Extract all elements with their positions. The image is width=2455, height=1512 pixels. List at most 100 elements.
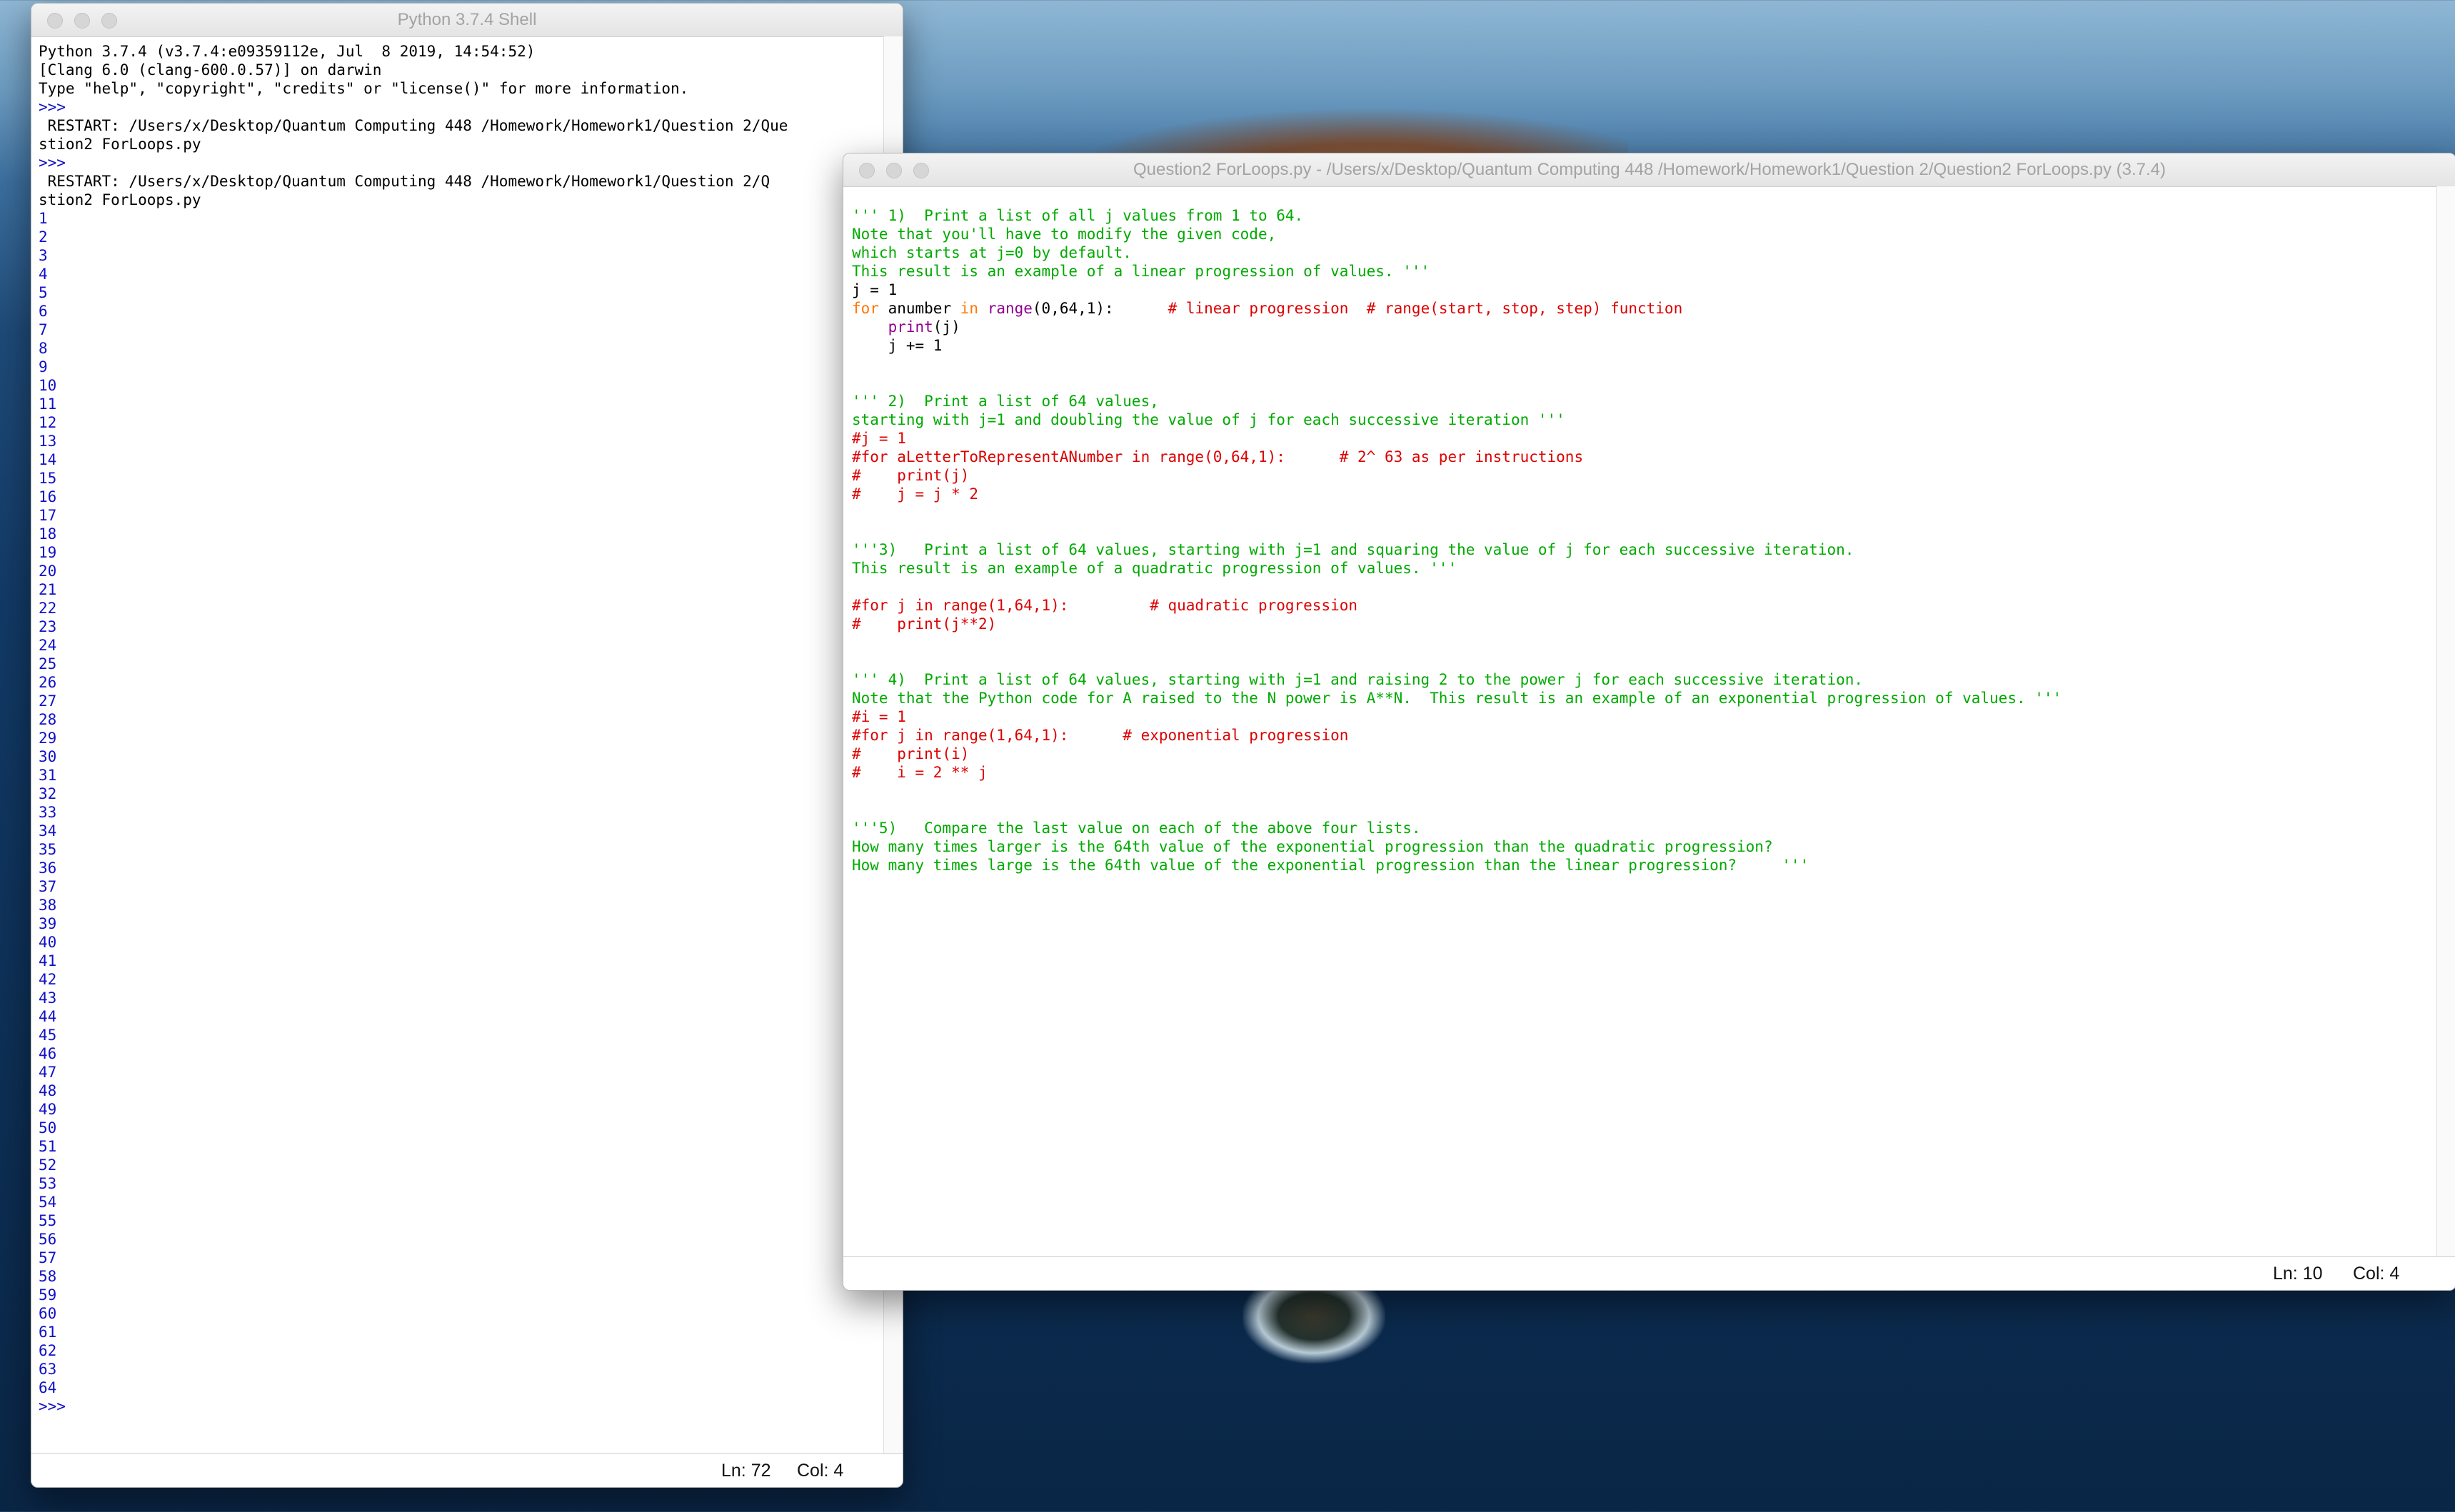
shell-output-line: 51 — [39, 1138, 57, 1155]
code-token: range — [987, 300, 1033, 317]
editor-code-line: starting with j=1 and doubling the value… — [852, 410, 2062, 429]
editor-code-line: ''' 1) Print a list of all j values from… — [852, 206, 2062, 225]
shell-output-line: 16 — [39, 488, 57, 505]
editor-code-line: This result is an example of a linear pr… — [852, 262, 2062, 281]
shell-output-line: 37 — [39, 878, 57, 895]
shell-output-line: 47 — [39, 1064, 57, 1081]
editor-code-line: j = 1 — [852, 281, 2062, 299]
editor-code-line: # print(j) — [852, 466, 2062, 485]
editor-code-line: #j = 1 — [852, 429, 2062, 448]
editor-code-line — [852, 800, 2062, 819]
code-token: This result is an example of a linear pr… — [852, 263, 1430, 280]
shell-titlebar[interactable]: Python 3.7.4 Shell — [31, 4, 903, 37]
shell-output-line: 7 — [39, 321, 48, 338]
shell-output-line: 60 — [39, 1305, 57, 1322]
code-token: This result is an example of a quadratic… — [852, 560, 1457, 577]
code-token: #j = 1 — [852, 430, 906, 447]
code-token: #i = 1 — [852, 708, 906, 725]
code-token: ''' 4) Print a list of 64 values, starti… — [852, 671, 1864, 688]
desktop-wallpaper-island — [1242, 1278, 1385, 1364]
shell-output-line: 38 — [39, 897, 57, 914]
code-token: #for j in range(1,64,1): # exponential p… — [852, 727, 1349, 744]
code-token: # print(j) — [852, 467, 970, 484]
code-token: (0,64,1): — [1032, 300, 1168, 317]
editor-code-line — [852, 652, 2062, 670]
code-token: ''' 1) Print a list of all j values from… — [852, 207, 1304, 224]
shell-output-line: 59 — [39, 1286, 57, 1304]
shell-output-line: 17 — [39, 507, 57, 524]
shell-output-line: 19 — [39, 544, 57, 561]
editor-code-line: '''5) Compare the last value on each of … — [852, 819, 2062, 837]
code-token: # j = j * 2 — [852, 485, 979, 503]
code-token: j += 1 — [852, 337, 943, 354]
shell-output-line: 22 — [39, 600, 57, 617]
editor-code-line: print(j) — [852, 318, 2062, 336]
shell-prompt: >>> — [39, 154, 75, 171]
shell-output-line: 8 — [39, 340, 48, 357]
shell-output-line: 62 — [39, 1342, 57, 1359]
shell-output-line: 55 — [39, 1212, 57, 1229]
shell-output-line: 27 — [39, 692, 57, 710]
code-token: Note that you'll have to modify the give… — [852, 226, 1277, 243]
shell-output-line: 9 — [39, 358, 48, 376]
editor-statusbar: Ln: 10 Col: 4 — [843, 1256, 2455, 1290]
shell-output-line: 24 — [39, 637, 57, 654]
shell-output-line: 28 — [39, 711, 57, 728]
shell-output-line: 20 — [39, 563, 57, 580]
editor-code-line: # j = j * 2 — [852, 485, 2062, 503]
shell-banner-line: Type "help", "copyright", "credits" or "… — [39, 80, 689, 97]
code-token: #for j in range(1,64,1): # quadratic pro… — [852, 597, 1358, 614]
shell-output-line: 14 — [39, 451, 57, 468]
shell-output-line: 21 — [39, 581, 57, 598]
editor-code-line: # print(j**2) — [852, 615, 2062, 633]
editor-code-line: # i = 2 ** j — [852, 763, 2062, 782]
code-token: for — [852, 300, 879, 317]
code-token: How many times large is the 64th value o… — [852, 857, 1809, 874]
shell-restart-line: RESTART: /Users/x/Desktop/Quantum Comput… — [39, 173, 770, 190]
editor-window: Question2 ForLoops.py - /Users/x/Desktop… — [843, 153, 2455, 1291]
editor-code-line: ''' 4) Print a list of 64 values, starti… — [852, 670, 2062, 689]
shell-prompt: >>> — [39, 99, 75, 116]
editor-titlebar[interactable]: Question2 ForLoops.py - /Users/x/Desktop… — [843, 153, 2455, 187]
shell-output-line: 31 — [39, 767, 57, 784]
shell-output-line: 36 — [39, 860, 57, 877]
editor-code-line: #i = 1 — [852, 707, 2062, 726]
shell-prompt: >>> — [39, 1398, 75, 1415]
shell-output-line: 13 — [39, 433, 57, 450]
shell-banner-line: [Clang 6.0 (clang-600.0.57)] on darwin — [39, 61, 382, 79]
shell-output-line: 29 — [39, 730, 57, 747]
editor-code-line — [852, 355, 2062, 373]
shell-title: Python 3.7.4 Shell — [397, 10, 537, 29]
shell-output-line: 43 — [39, 989, 57, 1007]
shell-output-line: 41 — [39, 952, 57, 969]
editor-code-line: for anumber in range(0,64,1): # linear p… — [852, 299, 2062, 318]
shell-output-line: 40 — [39, 934, 57, 951]
shell-output-line: 30 — [39, 748, 57, 765]
editor-code-line: which starts at j=0 by default. — [852, 243, 2062, 262]
shell-output-line: 45 — [39, 1027, 57, 1044]
shell-output-line: 63 — [39, 1361, 57, 1378]
code-token: j = 1 — [852, 281, 898, 298]
shell-status-line: Ln: 72 — [721, 1461, 771, 1481]
shell-output-line: 1 — [39, 210, 48, 227]
shell-output-line: 11 — [39, 395, 57, 413]
editor-scrollbar[interactable] — [2436, 186, 2455, 1257]
code-token: anumber — [878, 300, 960, 317]
shell-output-line: 18 — [39, 525, 57, 543]
shell-restart-line: stion2 ForLoops.py — [39, 136, 211, 153]
shell-output-line: 64 — [39, 1379, 57, 1396]
code-token: How many times larger is the 64th value … — [852, 838, 1773, 855]
editor-code-line: How many times large is the 64th value o… — [852, 856, 2062, 875]
editor-code-line: ''' 2) Print a list of 64 values, — [852, 392, 2062, 410]
editor-text-area[interactable]: ''' 1) Print a list of all j values from… — [852, 206, 2062, 875]
shell-output-line: 6 — [39, 303, 48, 320]
shell-output-line: 54 — [39, 1194, 57, 1211]
shell-output-line: 12 — [39, 414, 57, 431]
shell-status-col: Col: 4 — [797, 1461, 844, 1481]
shell-output-line: 34 — [39, 822, 57, 840]
code-token: # print(i) — [852, 745, 970, 762]
editor-status-line: Ln: 10 — [2273, 1264, 2323, 1284]
python-shell-window: Python 3.7.4 Shell Python 3.7.4 (v3.7.4:… — [31, 3, 903, 1488]
shell-text-area[interactable]: Python 3.7.4 (v3.7.4:e09359112e, Jul 8 2… — [39, 42, 788, 1416]
